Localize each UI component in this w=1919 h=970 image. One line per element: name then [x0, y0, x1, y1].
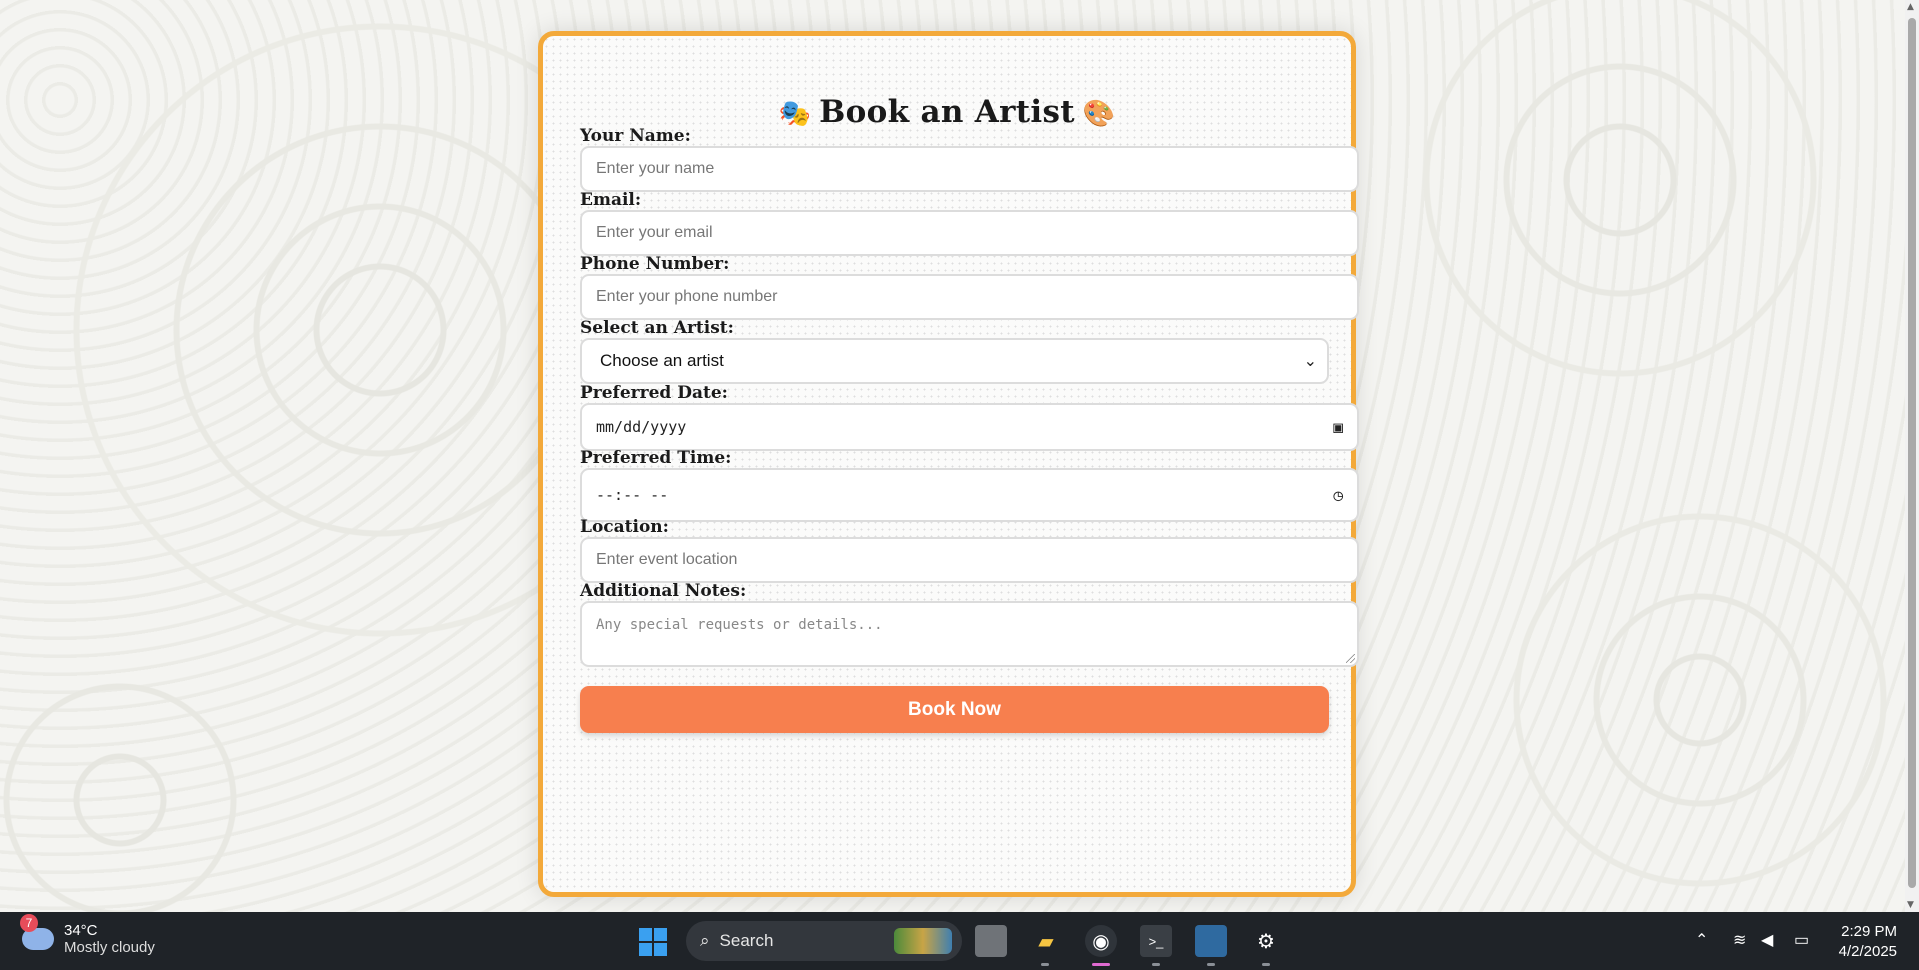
- phone-input-placeholder: Enter your phone number: [596, 288, 778, 305]
- page-scrollbar[interactable]: ▲ ▼: [1905, 0, 1919, 912]
- scrollbar-thumb[interactable]: [1908, 18, 1916, 888]
- calendar-icon[interactable]: ▣: [1333, 418, 1343, 437]
- clock-icon[interactable]: ◷: [1333, 486, 1343, 505]
- phone-label: Phone Number:: [580, 254, 730, 274]
- artist-select[interactable]: Choose an artist ⌄: [580, 338, 1329, 384]
- date-input-value: mm/dd/yyyy: [596, 418, 687, 436]
- form-title: 🎭 Book an Artist 🎨: [543, 94, 1351, 130]
- palette-icon: 🎨: [1082, 99, 1116, 129]
- task-view-icon[interactable]: [975, 925, 1007, 957]
- chevron-up-icon[interactable]: ⌃: [1695, 930, 1708, 950]
- time-input-value: --:-- --: [596, 486, 669, 504]
- time-label: Preferred Time:: [580, 448, 732, 468]
- date-input[interactable]: mm/dd/yyyy ▣: [580, 403, 1359, 451]
- wifi-icon[interactable]: ≋: [1733, 930, 1746, 950]
- name-input-placeholder: Enter your name: [596, 160, 715, 177]
- weather-badge: 7: [20, 914, 38, 932]
- notes-textarea-placeholder: Any special requests or details...: [596, 617, 883, 633]
- notes-label: Additional Notes:: [580, 581, 747, 601]
- scroll-down-icon[interactable]: ▼: [1907, 900, 1914, 910]
- chevron-down-icon: ⌄: [1303, 353, 1317, 370]
- terminal-running-indicator: [1152, 963, 1160, 966]
- chrome-icon[interactable]: ◉: [1085, 925, 1117, 957]
- system-clock[interactable]: 2:29 PM 4/2/2025: [1839, 922, 1897, 962]
- date-label: Preferred Date:: [580, 383, 728, 403]
- weather-condition: Mostly cloudy: [64, 939, 155, 956]
- email-input-placeholder: Enter your email: [596, 224, 713, 241]
- workbench-running-indicator: [1207, 963, 1215, 966]
- settings-running-indicator: [1262, 963, 1270, 966]
- theater-masks-icon: 🎭: [778, 99, 812, 129]
- chrome-active-indicator: [1092, 963, 1110, 966]
- weather-temp: 34°C: [64, 922, 98, 939]
- clock-time: 2:29 PM: [1841, 923, 1897, 940]
- settings-gear-icon[interactable]: ⚙: [1250, 925, 1282, 957]
- volume-icon[interactable]: ◀: [1761, 930, 1773, 950]
- explorer-running-indicator: [1041, 963, 1049, 966]
- artist-label: Select an Artist:: [580, 318, 734, 338]
- location-input[interactable]: Enter event location: [580, 537, 1359, 583]
- scroll-up-icon[interactable]: ▲: [1907, 2, 1914, 12]
- cloud-icon: 7: [20, 914, 54, 950]
- search-label: Search: [719, 931, 774, 950]
- weather-widget[interactable]: 7 34°C Mostly cloudy: [20, 914, 155, 956]
- clock-date: 4/2/2025: [1838, 943, 1897, 960]
- name-input[interactable]: Enter your name: [580, 146, 1359, 192]
- search-highlight-image: [894, 928, 952, 954]
- taskbar: 7 34°C Mostly cloudy ⌕ Search ▰ ◉ >_ ⚙ ⌃…: [0, 912, 1919, 970]
- battery-icon[interactable]: ▭: [1794, 930, 1809, 950]
- book-now-button[interactable]: Book Now: [580, 686, 1329, 733]
- form-title-text: Book an Artist: [819, 94, 1075, 130]
- location-label: Location:: [580, 517, 669, 537]
- resize-handle[interactable]: [1346, 654, 1355, 663]
- email-input[interactable]: Enter your email: [580, 210, 1359, 256]
- location-input-placeholder: Enter event location: [596, 551, 738, 568]
- booking-form-card: 🎭 Book an Artist 🎨 Your Name: Enter your n…: [538, 31, 1359, 897]
- terminal-icon[interactable]: >_: [1140, 925, 1172, 957]
- time-input[interactable]: --:-- -- ◷: [580, 468, 1359, 522]
- start-button[interactable]: [639, 928, 667, 956]
- name-label: Your Name:: [580, 126, 691, 146]
- artist-select-value: Choose an artist: [600, 351, 724, 370]
- phone-input[interactable]: Enter your phone number: [580, 274, 1359, 320]
- mysql-workbench-icon[interactable]: [1195, 925, 1227, 957]
- search-icon: ⌕: [700, 931, 710, 950]
- file-explorer-icon[interactable]: ▰: [1030, 925, 1062, 957]
- taskbar-search[interactable]: ⌕ Search: [686, 921, 962, 961]
- email-label: Email:: [580, 190, 642, 210]
- notes-textarea[interactable]: Any special requests or details...: [580, 601, 1359, 667]
